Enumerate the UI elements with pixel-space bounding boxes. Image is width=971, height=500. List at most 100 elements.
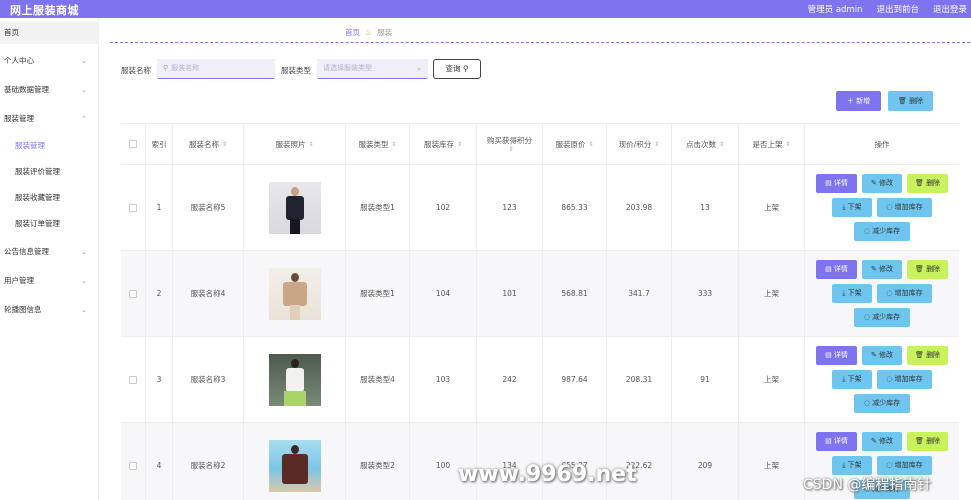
add-stock-label: 增加库存 — [894, 461, 923, 469]
select-all-checkbox-cell — [121, 124, 146, 164]
sidebar-item-label: 用户管理 — [4, 276, 34, 285]
header-original-price[interactable]: 服装原价 ⇕ — [543, 124, 607, 164]
logout-link[interactable]: 退出登录 — [933, 3, 967, 15]
brand-title: 网上服装商城 — [10, 4, 79, 17]
edit-button[interactable]: ✎ 修改 — [862, 174, 902, 193]
chevron-down-icon: ⌄ — [81, 277, 87, 285]
table-row: 1 服装名称5 服装类型1 102 123 865.33 203.98 13 上… — [121, 165, 959, 251]
header-label: 购买获得积分 — [487, 136, 532, 145]
delete-button[interactable]: 🗑 删除 — [907, 260, 948, 279]
sidebar-item-basic-data[interactable]: 基础数据管理 ⌄ — [0, 79, 99, 101]
reduce-stock-button[interactable]: ◌ 减少库存 — [854, 308, 910, 327]
detail-button[interactable]: ▤ 详情 — [816, 346, 857, 365]
row-checkbox-cell — [121, 165, 146, 250]
delete-label: 删除 — [926, 351, 941, 359]
batch-delete-button[interactable]: 🗑 删除 — [888, 91, 933, 111]
header-price[interactable]: 现价/积分 ⇕ — [607, 124, 672, 164]
clothing-table: 索引 服装名称 ⇕ 服装照片 ⇕ 服装类型 ⇕ 服装库存 ⇕ 购买获得积分 ⇕ 服装原价 ⇕… — [121, 123, 959, 500]
cell-price: 341.7 — [607, 251, 672, 336]
sidebar-sub-clothing-manage[interactable]: 服装管理 — [0, 136, 99, 156]
cell-clicks: 13 — [672, 165, 739, 250]
row-checkbox[interactable] — [129, 375, 137, 384]
table-row: 2 服装名称4 服装类型1 104 101 568.81 341.7 333 上… — [121, 251, 959, 337]
add-button[interactable]: ＋ 新增 — [836, 91, 881, 111]
name-search-input[interactable]: ⚲ 服装名称 — [157, 59, 275, 79]
figure-body — [282, 281, 307, 306]
reduce-stock-button[interactable]: ◌ 减少库存 — [854, 394, 910, 413]
sidebar-item-home[interactable]: 首页 — [0, 22, 99, 44]
cell-points: 101 — [477, 251, 543, 336]
add-stock-label: 增加库存 — [894, 289, 923, 297]
detail-button[interactable]: ▤ 详情 — [816, 432, 857, 451]
select-all-checkbox[interactable] — [129, 140, 137, 148]
sidebar-item-personal[interactable]: 个人中心 ⌄ — [0, 50, 99, 72]
row-checkbox[interactable] — [129, 203, 137, 212]
chevron-down-icon: ⌄ — [81, 57, 87, 65]
cell-name: 服装名称2 — [173, 423, 244, 500]
row-checkbox-cell — [121, 251, 146, 336]
add-stock-button[interactable]: ◌ 增加库存 — [877, 198, 932, 217]
detail-button[interactable]: ▤ 详情 — [816, 174, 857, 193]
sidebar-item-carousel[interactable]: 轮播图信息 ⌄ — [0, 299, 99, 321]
figure-legs — [283, 390, 306, 406]
cell-photo — [244, 423, 346, 500]
sidebar-sub-review-manage[interactable]: 服装评价管理 — [0, 162, 99, 182]
admin-user-label[interactable]: 管理员 admin — [808, 3, 863, 15]
header-label: 现价/积分 — [618, 139, 652, 149]
header-points[interactable]: 购买获得积分 ⇕ — [477, 124, 543, 164]
clothing-photo[interactable] — [268, 353, 321, 406]
header-photo[interactable]: 服装照片 ⇕ — [244, 124, 346, 164]
row-checkbox[interactable] — [129, 461, 137, 470]
type-select[interactable]: 请选择服装类型 ⌄ — [317, 59, 428, 79]
sort-icon: ⇕ — [508, 146, 514, 153]
detail-button[interactable]: ▤ 详情 — [816, 260, 857, 279]
sidebar-item-users[interactable]: 用户管理 ⌄ — [0, 270, 99, 292]
clothing-photo[interactable] — [268, 267, 321, 320]
cell-original-price: 865.33 — [543, 165, 607, 250]
edit-button[interactable]: ✎ 修改 — [862, 260, 902, 279]
delete-button[interactable]: 🗑 删除 — [907, 346, 948, 365]
figure-head — [290, 444, 299, 454]
off-shelf-button[interactable]: ⤓ 下架 — [832, 456, 872, 475]
header-clicks[interactable]: 点击次数 ⇕ — [672, 124, 739, 164]
edit-button[interactable]: ✎ 修改 — [862, 346, 902, 365]
query-button[interactable]: 查询 ⚲ — [433, 59, 481, 79]
sidebar-sub-order-manage[interactable]: 服装订单管理 — [0, 214, 99, 234]
back-to-front-link[interactable]: 退出到前台 — [876, 3, 919, 15]
off-shelf-button[interactable]: ⤓ 下架 — [832, 284, 872, 303]
clothing-photo[interactable] — [268, 181, 321, 234]
sidebar-item-label: 服装管理 — [4, 114, 34, 123]
reduce-stock-button[interactable]: ◌ 减少库存 — [854, 222, 910, 241]
add-stock-button[interactable]: ◌ 增加库存 — [877, 370, 932, 389]
sort-icon: ⇕ — [391, 140, 397, 148]
header-stock[interactable]: 服装库存 ⇕ — [410, 124, 477, 164]
delete-button[interactable]: 🗑 删除 — [907, 174, 948, 193]
row-checkbox[interactable] — [129, 289, 137, 298]
add-stock-button[interactable]: ◌ 增加库存 — [877, 284, 932, 303]
trash-icon: 🗑 — [914, 179, 924, 187]
sidebar-item-clothing[interactable]: 服装管理 ⌃ — [0, 108, 99, 130]
off-shelf-button[interactable]: ⤓ 下架 — [832, 198, 872, 217]
cell-operations: ▤ 详情 ✎ 修改 🗑 删除 ⤓ 下架 ◌ 增加库存 ◌ 减少库存 — [805, 337, 959, 422]
figure-head — [290, 358, 299, 368]
delete-button[interactable]: 🗑 删除 — [907, 432, 948, 451]
header-type[interactable]: 服装类型 ⇕ — [346, 124, 410, 164]
off-shelf-button[interactable]: ⤓ 下架 — [832, 370, 872, 389]
header-status[interactable]: 是否上架 ⇕ — [739, 124, 805, 164]
type-select-placeholder: 请选择服装类型 — [323, 64, 372, 72]
sidebar-item-notice[interactable]: 公告信息管理 ⌄ — [0, 241, 99, 263]
figure-body — [281, 453, 308, 484]
clothing-photo[interactable] — [268, 439, 321, 492]
sort-icon: ⇕ — [654, 140, 660, 148]
delete-label: 删除 — [926, 437, 941, 445]
sidebar-sub-favorite-manage[interactable]: 服装收藏管理 — [0, 188, 99, 208]
breadcrumb-home[interactable]: 首页 — [345, 27, 360, 38]
header-name[interactable]: 服装名称 ⇕ — [173, 124, 244, 164]
trash-icon: 🗑 — [914, 265, 924, 273]
edit-button[interactable]: ✎ 修改 — [862, 432, 902, 451]
cell-stock: 102 — [410, 165, 477, 250]
bulb-icon: ◌ — [886, 203, 893, 211]
add-stock-button[interactable]: ◌ 增加库存 — [877, 456, 932, 475]
header-label: 服装库存 — [423, 139, 454, 149]
trash-icon: 🗑 — [897, 97, 907, 105]
